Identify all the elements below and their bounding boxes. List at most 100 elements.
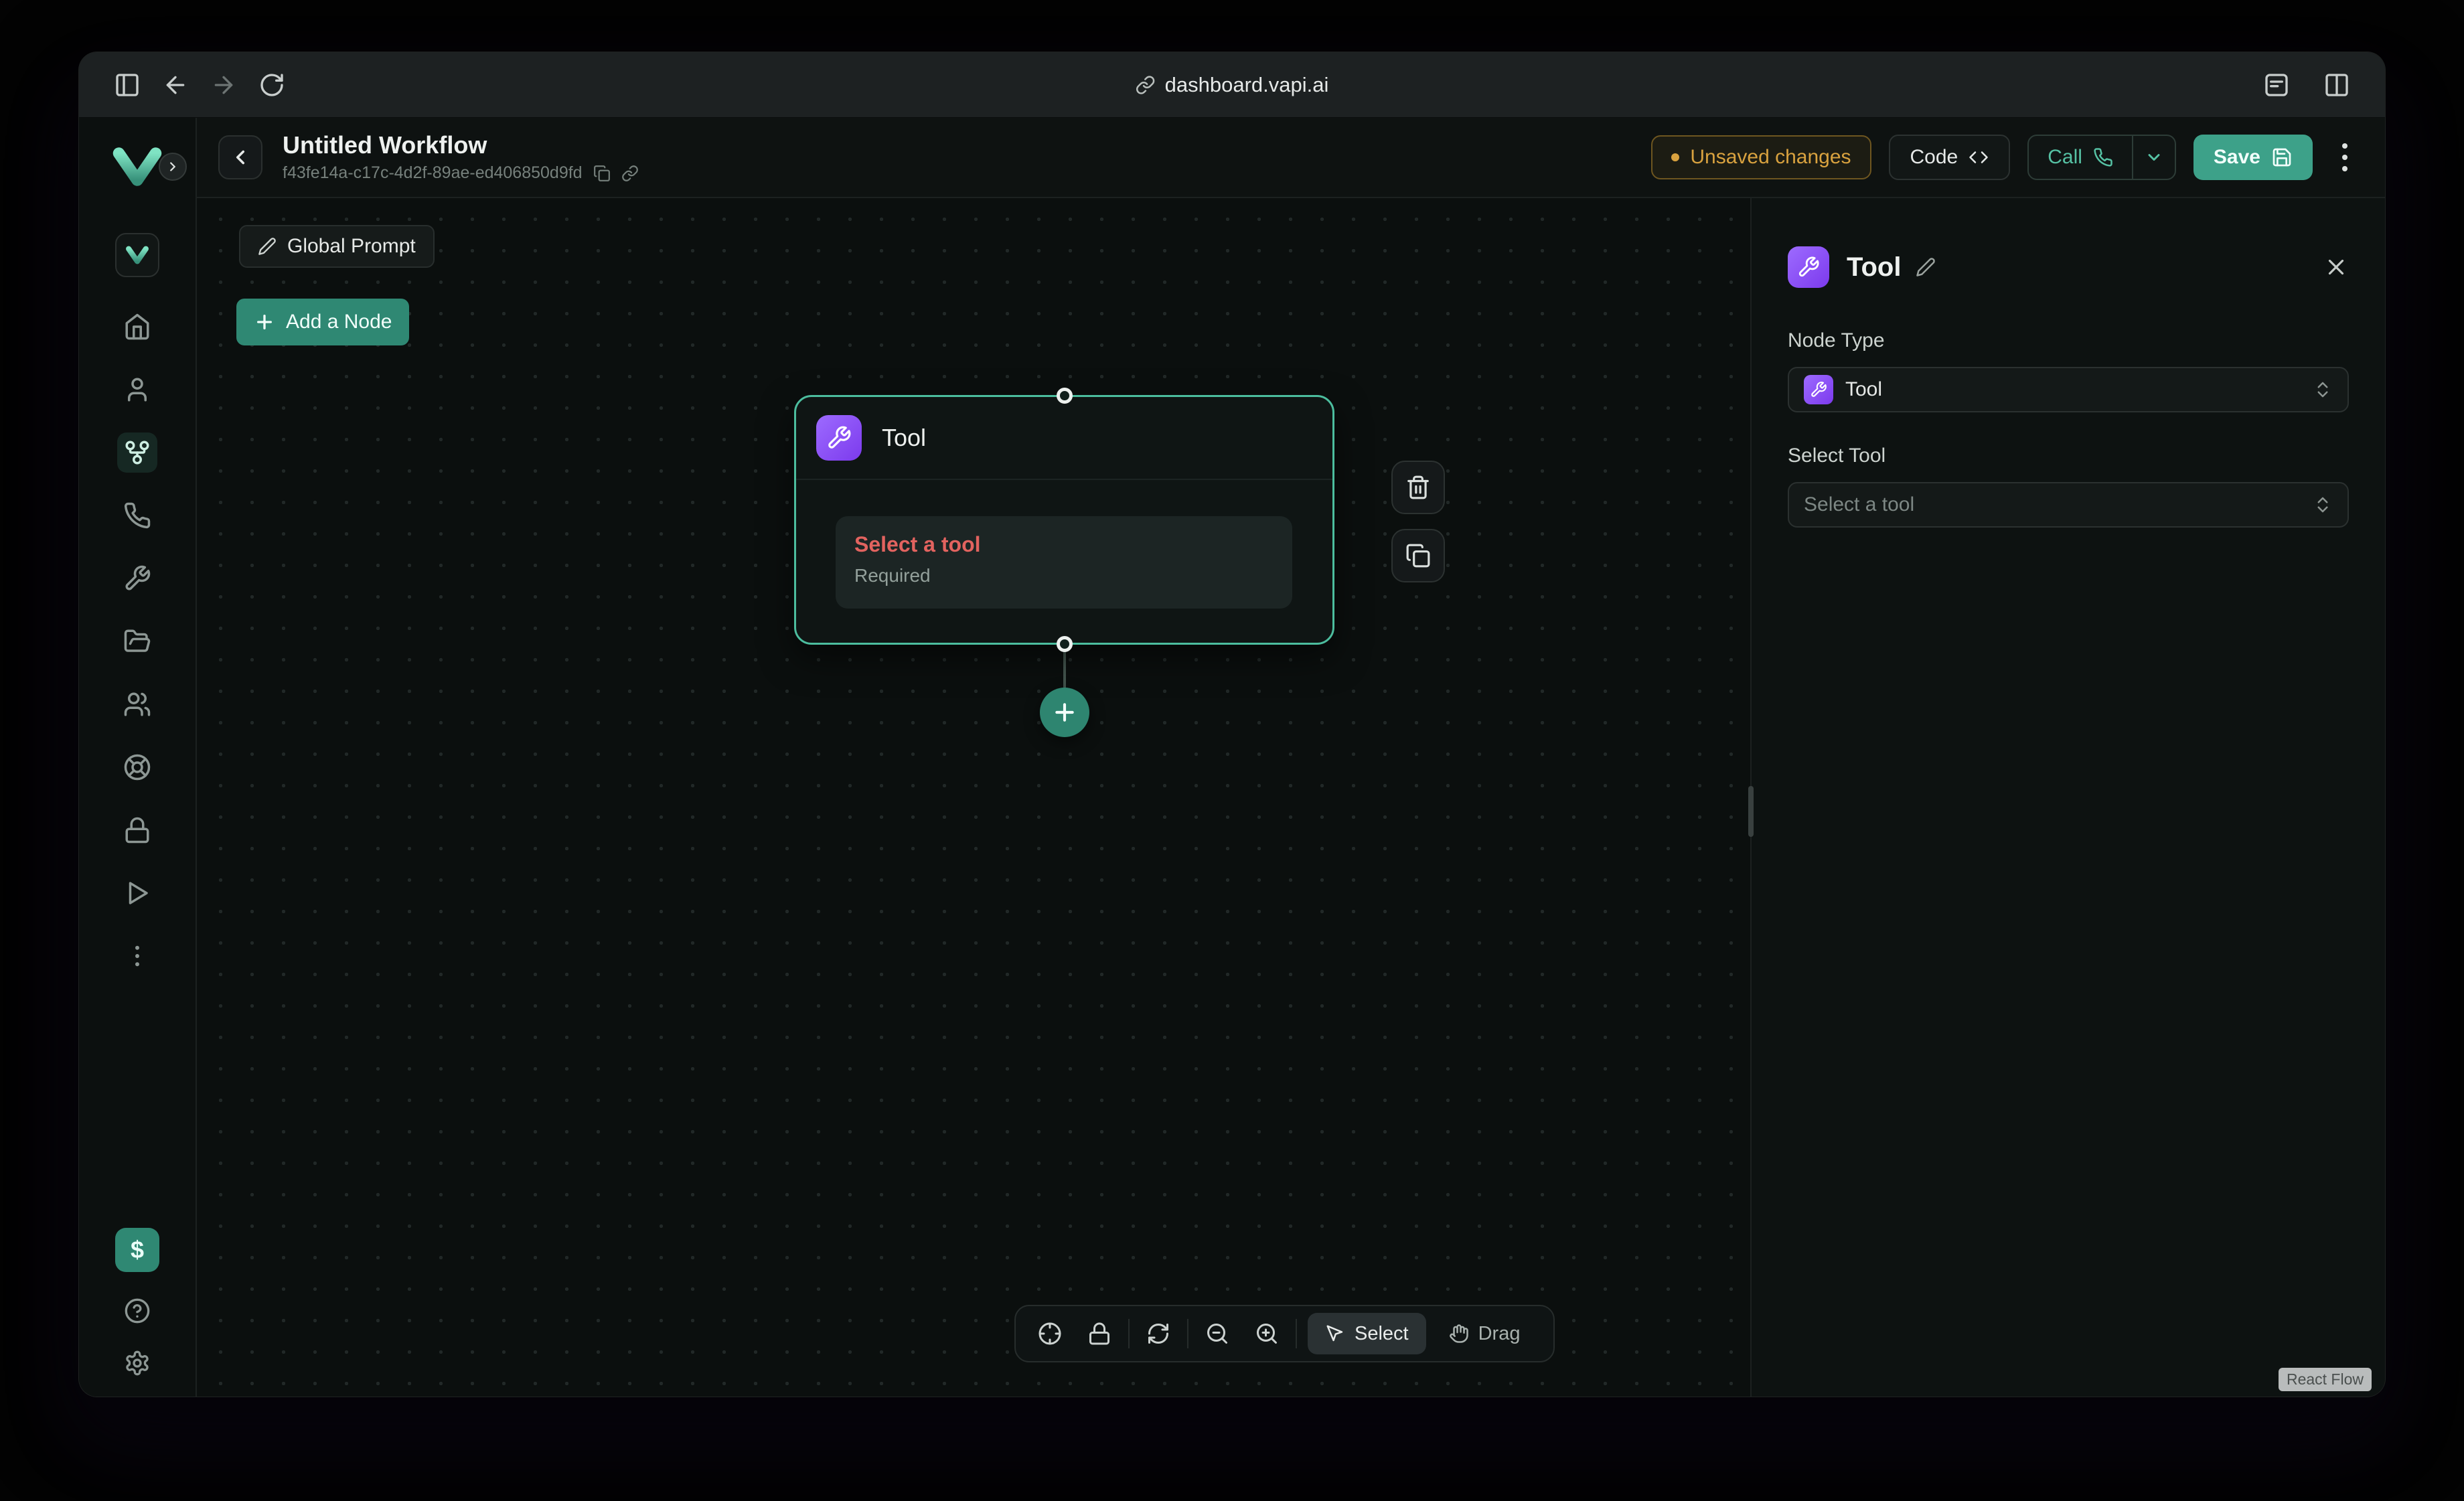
copy-icon bbox=[1405, 543, 1431, 568]
user-icon bbox=[123, 376, 151, 404]
zoom-in-button[interactable] bbox=[1246, 1313, 1288, 1354]
sidebar-nav bbox=[117, 307, 157, 976]
hand-icon bbox=[1449, 1324, 1469, 1344]
tool-node[interactable]: Tool Select a tool Required bbox=[794, 395, 1334, 645]
node-action-toolbar bbox=[1391, 461, 1445, 582]
sidebar-expand-button[interactable] bbox=[159, 153, 187, 181]
sidebar-item-squads[interactable] bbox=[117, 684, 157, 724]
node-error-box[interactable]: Select a tool Required bbox=[836, 516, 1292, 609]
workflow-id: f43fe14a-c17c-4d2f-89ae-ed406850d9fd bbox=[283, 163, 583, 183]
url-text: dashboard.vapi.ai bbox=[1165, 73, 1329, 97]
org-vapi-icon bbox=[125, 246, 150, 264]
call-button[interactable]: Call bbox=[2029, 136, 2132, 179]
sidebar-item-workflows[interactable] bbox=[117, 432, 157, 473]
plus-icon bbox=[254, 311, 275, 333]
node-input-handle[interactable] bbox=[1057, 388, 1073, 404]
zoom-in-icon bbox=[1255, 1322, 1279, 1346]
zoom-out-button[interactable] bbox=[1197, 1313, 1238, 1354]
sidebar-item-tools[interactable] bbox=[117, 558, 157, 599]
node-error-subtitle: Required bbox=[854, 565, 1274, 586]
add-node-button[interactable]: Add a Node bbox=[236, 299, 409, 345]
sidebar-item-test[interactable] bbox=[117, 873, 157, 913]
arrow-left-icon bbox=[162, 72, 189, 98]
browser-window: dashboard.vapi.ai bbox=[78, 52, 2386, 1397]
sidebar-item-support[interactable] bbox=[117, 747, 157, 787]
copy-link-icon[interactable] bbox=[621, 165, 639, 182]
node-type-select[interactable]: Tool bbox=[1788, 367, 2349, 412]
select-mode-button[interactable]: Select bbox=[1308, 1313, 1426, 1354]
browser-reload-button[interactable] bbox=[248, 64, 296, 106]
node-config-panel: Tool Node Type Tool bbox=[1750, 198, 2385, 1397]
lock-icon bbox=[1087, 1322, 1111, 1346]
crosshair-icon bbox=[1038, 1322, 1062, 1346]
chevron-right-icon bbox=[165, 159, 180, 174]
address-bar[interactable]: dashboard.vapi.ai bbox=[1136, 73, 1329, 97]
chevron-down-icon bbox=[2145, 148, 2163, 167]
select-tool-label: Select Tool bbox=[1788, 445, 2349, 467]
app-sidebar: $ bbox=[79, 118, 197, 1397]
browser-sidebar-toggle[interactable] bbox=[103, 64, 151, 106]
vapi-dashboard: $ Untitled Workflow f43f bbox=[79, 118, 2385, 1397]
link-icon bbox=[1136, 75, 1156, 95]
call-options-button[interactable] bbox=[2132, 136, 2175, 179]
node-type-value: Tool bbox=[1845, 378, 1882, 401]
chevron-left-icon bbox=[229, 146, 252, 169]
fit-view-button[interactable] bbox=[1029, 1313, 1071, 1354]
billing-button[interactable]: $ bbox=[115, 1228, 159, 1272]
plus-icon bbox=[1051, 699, 1078, 726]
toolbar-divider bbox=[1128, 1319, 1130, 1348]
browser-back-button[interactable] bbox=[151, 64, 200, 106]
panel-resize-handle[interactable] bbox=[1748, 786, 1754, 837]
ellipsis-vertical-icon bbox=[123, 942, 151, 970]
node-output-handle[interactable] bbox=[1057, 636, 1073, 652]
sidebar-item-phone-numbers[interactable] bbox=[117, 495, 157, 536]
sidebar-item-home[interactable] bbox=[117, 307, 157, 347]
toolbar-divider bbox=[1187, 1319, 1188, 1348]
tool-node-icon-badge bbox=[816, 415, 862, 461]
help-button[interactable] bbox=[124, 1297, 151, 1324]
play-icon bbox=[123, 879, 151, 907]
sidebar-item-api-keys[interactable] bbox=[117, 810, 157, 850]
copy-id-icon[interactable] bbox=[593, 165, 611, 182]
split-view-icon bbox=[2323, 72, 2350, 98]
arrow-right-icon bbox=[210, 72, 237, 98]
workflow-canvas[interactable]: Global Prompt Add a Node Tool bbox=[197, 198, 1750, 1397]
settings-button[interactable] bbox=[124, 1350, 151, 1376]
chevrons-up-down-icon bbox=[2313, 495, 2333, 515]
folder-open-icon bbox=[123, 627, 151, 655]
sidebar-item-more[interactable] bbox=[117, 936, 157, 976]
browser-split-view-button[interactable] bbox=[2313, 64, 2361, 106]
add-connected-node-button[interactable] bbox=[1040, 688, 1089, 737]
auto-layout-button[interactable] bbox=[1138, 1313, 1179, 1354]
sidebar-item-files[interactable] bbox=[117, 621, 157, 661]
browser-customize-button[interactable] bbox=[2252, 64, 2301, 106]
toolbar-divider bbox=[1296, 1319, 1297, 1348]
drag-mode-button[interactable]: Drag bbox=[1432, 1313, 1538, 1354]
back-button[interactable] bbox=[218, 135, 262, 179]
select-tool-select[interactable]: Select a tool bbox=[1788, 482, 2349, 528]
chevrons-up-down-icon bbox=[2313, 380, 2333, 400]
home-icon bbox=[123, 313, 151, 341]
code-button[interactable]: Code bbox=[1889, 135, 2011, 180]
wrench-icon bbox=[826, 425, 852, 451]
trash-icon bbox=[1405, 475, 1431, 500]
phone-icon bbox=[2093, 147, 2113, 167]
close-panel-button[interactable] bbox=[2323, 254, 2349, 280]
duplicate-node-button[interactable] bbox=[1391, 529, 1445, 582]
sidebar-item-assistants[interactable] bbox=[117, 370, 157, 410]
rename-node-button[interactable] bbox=[1916, 257, 1936, 277]
global-prompt-button[interactable]: Global Prompt bbox=[239, 225, 435, 268]
canvas-controls: Select Drag bbox=[1014, 1305, 1555, 1362]
lifebuoy-icon bbox=[123, 753, 151, 781]
save-button[interactable]: Save bbox=[2193, 135, 2313, 180]
delete-node-button[interactable] bbox=[1391, 461, 1445, 514]
lock-canvas-button[interactable] bbox=[1079, 1313, 1120, 1354]
cursor-icon bbox=[1325, 1324, 1345, 1344]
more-options-button[interactable] bbox=[2330, 135, 2360, 179]
close-icon bbox=[2323, 254, 2349, 280]
sidebar-item-org-switcher[interactable] bbox=[115, 233, 159, 277]
tool-mini-icon-badge bbox=[1804, 375, 1833, 404]
page-title: Untitled Workflow bbox=[283, 132, 639, 159]
panel-left-icon bbox=[114, 72, 141, 98]
browser-forward-button[interactable] bbox=[200, 64, 248, 106]
